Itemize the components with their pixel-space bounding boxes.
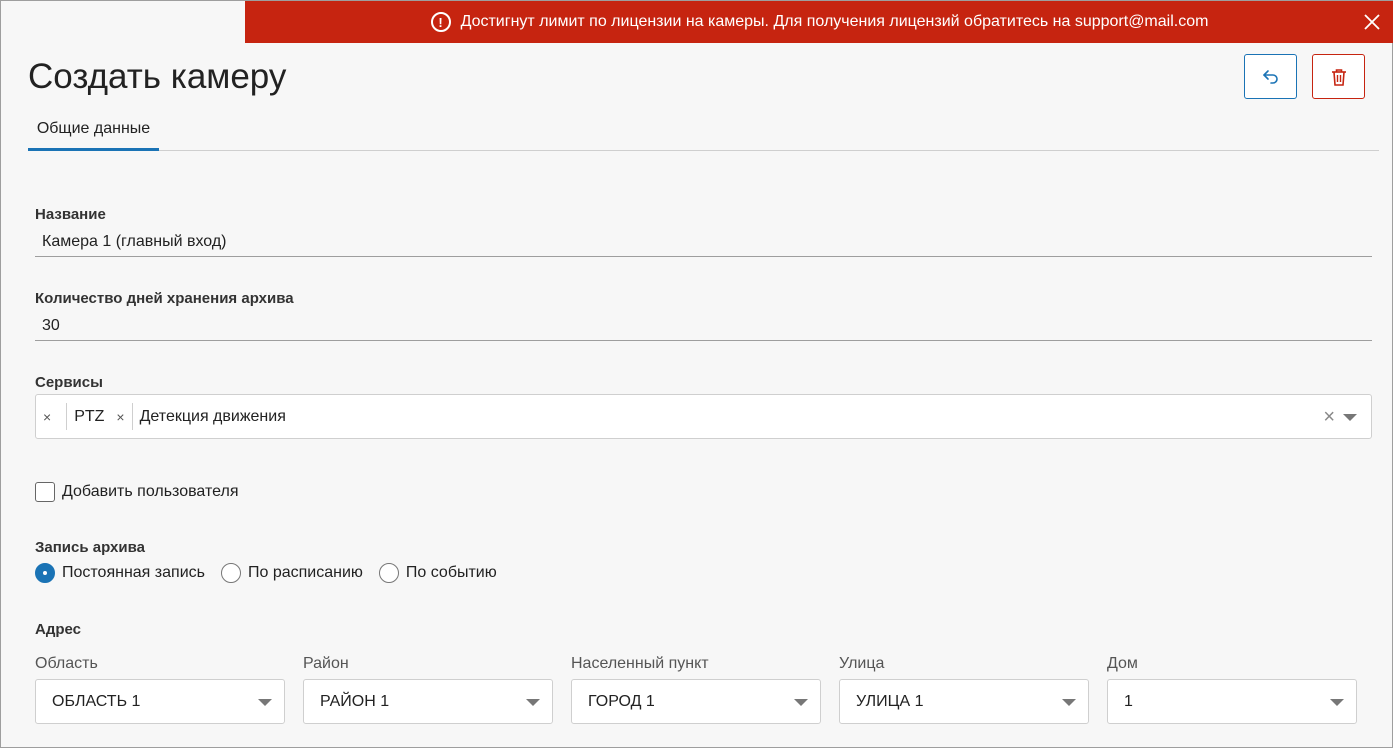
tab-bar: Общие данные [28, 113, 1379, 151]
chevron-down-icon [258, 699, 272, 706]
banner-message: Достигнут лимит по лицензии на камеры. Д… [460, 13, 1209, 30]
close-icon[interactable] [1360, 10, 1384, 34]
chevron-down-icon [794, 699, 808, 706]
archive-recording-label: Запись архива [35, 539, 145, 556]
license-limit-banner: ! Достигнут лимит по лицензии на камеры.… [245, 1, 1393, 43]
services-label: Сервисы [35, 374, 103, 391]
locality-value: ГОРОД 1 [588, 692, 655, 710]
archive-days-field[interactable]: 30 [35, 311, 1372, 341]
locality-label: Населенный пункт [571, 655, 709, 672]
radio-label: Постоянная запись [62, 564, 205, 581]
chip-remove-icon[interactable]: × [43, 409, 51, 425]
radio-schedule[interactable]: По расписанию [220, 563, 363, 583]
radio-label: По расписанию [247, 564, 363, 581]
address-region-field: Область ОБЛАСТЬ 1 [35, 655, 285, 724]
radio-unchecked-icon[interactable] [220, 563, 241, 583]
address-label: Адрес [35, 621, 82, 638]
clear-icon[interactable]: × [1323, 407, 1335, 427]
street-label: Улица [839, 655, 885, 672]
chevron-down-icon [526, 699, 540, 706]
street-value: УЛИЦА 1 [856, 692, 924, 710]
undo-icon [1262, 69, 1278, 84]
radio-label: По событию [405, 564, 497, 581]
house-label: Дом [1107, 655, 1138, 672]
address-district-field: Район РАЙОН 1 [303, 655, 553, 724]
page-title: Создать камеру [28, 57, 287, 96]
trash-icon [1331, 68, 1346, 86]
chevron-down-icon[interactable] [1343, 414, 1357, 421]
radio-unchecked-icon[interactable] [378, 563, 399, 583]
service-chip: PTZ × [67, 403, 133, 430]
address-house-field: Дом 1 [1107, 655, 1357, 724]
locality-select[interactable]: ГОРОД 1 [571, 679, 821, 724]
region-value: ОБЛАСТЬ 1 [52, 692, 141, 710]
district-value: РАЙОН 1 [320, 692, 390, 710]
address-locality-field: Населенный пункт ГОРОД 1 [571, 655, 821, 724]
district-label: Район [303, 655, 349, 672]
house-value: 1 [1124, 692, 1133, 710]
archive-recording-radio-group: Постоянная запись По расписанию По событ… [35, 563, 513, 583]
name-field[interactable]: Камера 1 (главный вход) [35, 227, 1372, 257]
chip-label: Детекция движения [139, 407, 286, 425]
region-label: Область [35, 655, 98, 672]
radio-checked-icon[interactable] [35, 563, 55, 583]
services-multiselect[interactable]: × PTZ × Детекция движения × [35, 394, 1372, 439]
district-select[interactable]: РАЙОН 1 [303, 679, 553, 724]
chevron-down-icon [1330, 699, 1344, 706]
undo-button[interactable] [1244, 54, 1297, 99]
name-label: Название [35, 206, 106, 223]
service-chip: Детекция движения [133, 403, 293, 430]
add-user-checkbox[interactable] [35, 482, 55, 502]
house-select[interactable]: 1 [1107, 679, 1357, 724]
chevron-down-icon [1062, 699, 1076, 706]
service-chip: × [36, 403, 68, 430]
radio-event[interactable]: По событию [378, 563, 497, 583]
chip-remove-icon[interactable]: × [116, 409, 124, 425]
warning-icon: ! [430, 12, 451, 32]
add-user-label: Добавить пользователя [62, 483, 239, 500]
chip-label: PTZ [74, 407, 105, 425]
street-select[interactable]: УЛИЦА 1 [839, 679, 1089, 724]
archive-days-label: Количество дней хранения архива [35, 290, 294, 307]
create-camera-page: ! Достигнут лимит по лицензии на камеры.… [0, 0, 1393, 748]
region-select[interactable]: ОБЛАСТЬ 1 [35, 679, 285, 724]
add-user-checkbox-row[interactable]: Добавить пользователя [35, 482, 238, 502]
tab-general[interactable]: Общие данные [28, 113, 159, 151]
delete-button[interactable] [1312, 54, 1365, 99]
address-street-field: Улица УЛИЦА 1 [839, 655, 1089, 724]
radio-continuous[interactable]: Постоянная запись [35, 563, 205, 583]
